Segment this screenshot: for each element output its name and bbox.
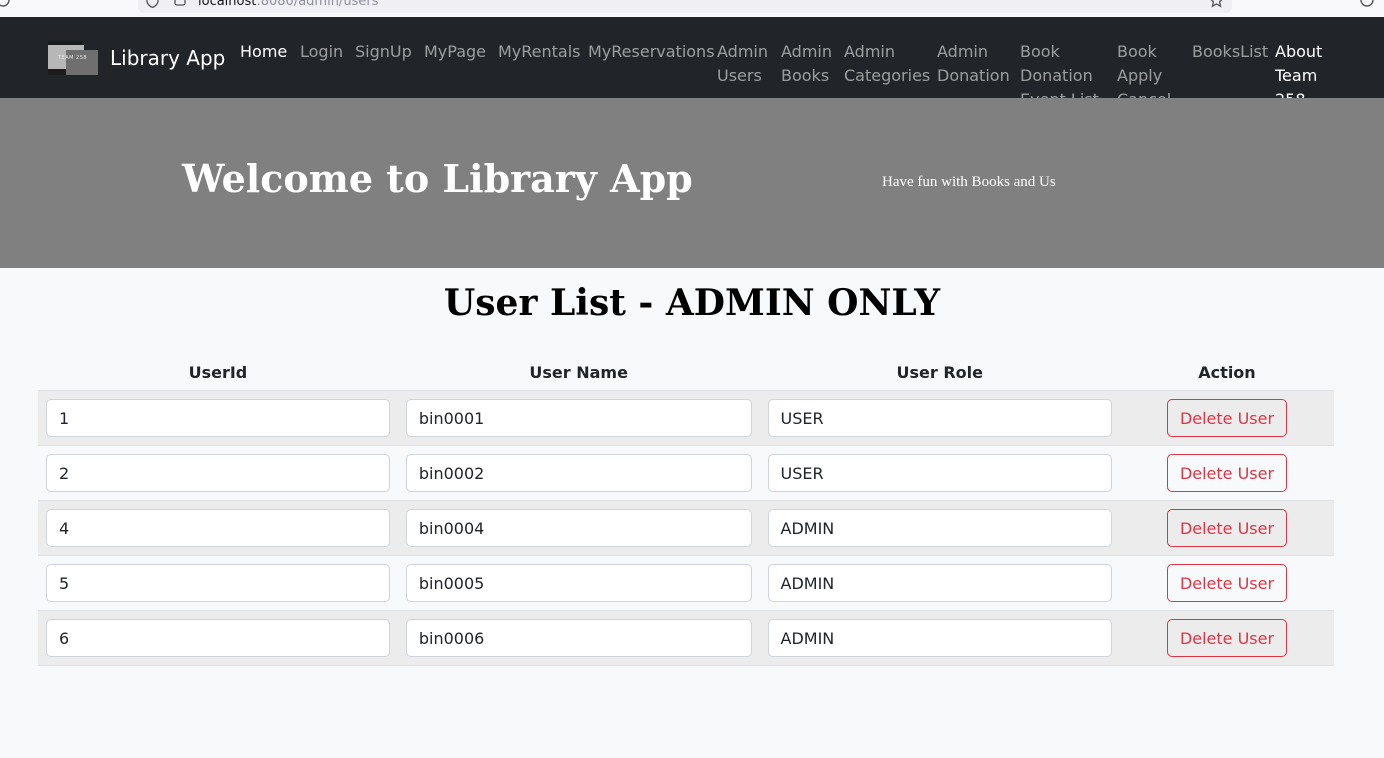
nav-label-line: Apply bbox=[1117, 66, 1163, 85]
user-table: UserId User Name User Role Action 1 bin0… bbox=[38, 354, 1334, 666]
username-field[interactable]: bin0006 bbox=[405, 619, 752, 657]
nav-label: BooksList bbox=[1192, 42, 1269, 61]
nav-label: MyReservations bbox=[588, 42, 715, 61]
nav-label-line: Admin bbox=[717, 42, 768, 61]
nav-label: SignUp bbox=[355, 42, 412, 61]
hero-subtitle: Have fun with Books and Us bbox=[882, 174, 1056, 190]
username-field[interactable]: bin0005 bbox=[405, 564, 752, 602]
brand-name: Library App bbox=[110, 46, 226, 70]
column-header-action: Action bbox=[1120, 354, 1334, 391]
nav-label-line: Categories bbox=[844, 66, 931, 85]
column-header-username: User Name bbox=[397, 354, 760, 391]
nav-admin-books[interactable]: Admin Books bbox=[781, 40, 832, 88]
nav-admin-donation[interactable]: Admin Donation bbox=[937, 40, 1010, 88]
nav-label-line: Users bbox=[717, 66, 762, 85]
shield-icon[interactable] bbox=[146, 0, 159, 8]
url-text[interactable]: localhost:8080/admin/users bbox=[198, 0, 378, 9]
nav-myrentals[interactable]: MyRentals bbox=[498, 40, 581, 64]
nav-label-line: Donation bbox=[1020, 66, 1093, 85]
navbar-brand[interactable]: TEAM 258 Library App bbox=[48, 41, 225, 75]
url-host: localhost bbox=[198, 0, 257, 9]
url-path: :8080/admin/users bbox=[256, 0, 379, 9]
logo-lettering: TEAM 258 bbox=[58, 55, 88, 61]
nav-label-line: Book bbox=[1117, 42, 1157, 61]
table-row: 5 bin0005 ADMIN Delete User bbox=[38, 555, 1334, 611]
nav-label: MyRentals bbox=[498, 42, 581, 61]
back-arrow-icon[interactable] bbox=[0, 0, 10, 7]
nav-myreservations[interactable]: MyReservations bbox=[588, 40, 715, 64]
nav-admin-categories[interactable]: Admin Categories bbox=[844, 40, 930, 88]
username-field[interactable]: bin0002 bbox=[405, 454, 752, 492]
userrole-field[interactable]: ADMIN bbox=[767, 564, 1112, 602]
nav-bookslist[interactable]: BooksList bbox=[1192, 40, 1268, 64]
hero-banner: Welcome to Library App Have fun with Boo… bbox=[0, 98, 1384, 268]
nav-admin-users[interactable]: Admin Users bbox=[717, 40, 768, 88]
page-title: User List - ADMIN ONLY bbox=[443, 282, 941, 324]
delete-user-button[interactable]: Delete User bbox=[1166, 454, 1288, 492]
delete-user-button[interactable]: Delete User bbox=[1166, 564, 1288, 602]
userrole-field[interactable]: ADMIN bbox=[767, 619, 1112, 657]
username-field[interactable]: bin0001 bbox=[405, 399, 752, 437]
nav-home[interactable]: Home bbox=[240, 40, 287, 64]
table-row: 6 bin0006 ADMIN Delete User bbox=[38, 610, 1334, 666]
userid-field[interactable]: 1 bbox=[46, 399, 390, 437]
nav-label-line: Admin bbox=[937, 42, 988, 61]
column-header-userrole: User Role bbox=[759, 354, 1120, 391]
extensions-icon[interactable] bbox=[1360, 0, 1374, 7]
userid-field[interactable]: 2 bbox=[46, 454, 390, 492]
table-row: 4 bin0004 ADMIN Delete User bbox=[38, 500, 1334, 556]
table-header-row: UserId User Name User Role Action bbox=[38, 354, 1334, 391]
column-header-userid: UserId bbox=[38, 354, 398, 391]
table-row: 2 bin0002 USER Delete User bbox=[38, 445, 1334, 501]
delete-user-button[interactable]: Delete User bbox=[1166, 399, 1288, 437]
nav-label: MyPage bbox=[424, 42, 487, 61]
userid-field[interactable]: 5 bbox=[46, 564, 390, 602]
username-field[interactable]: bin0004 bbox=[405, 509, 752, 547]
nav-label: Login bbox=[300, 42, 344, 61]
userid-field[interactable]: 4 bbox=[46, 509, 390, 547]
nav-mypage[interactable]: MyPage bbox=[424, 40, 486, 64]
delete-user-button[interactable]: Delete User bbox=[1166, 509, 1288, 547]
nav-label-line: Admin bbox=[781, 42, 832, 61]
delete-user-button[interactable]: Delete User bbox=[1166, 619, 1288, 657]
nav-label-line: Team bbox=[1275, 66, 1318, 85]
userrole-field[interactable]: ADMIN bbox=[767, 509, 1112, 547]
navbar: TEAM 258 Library App Home Login SignUp M… bbox=[0, 17, 1384, 109]
nav-label-line: Admin bbox=[844, 42, 895, 61]
nav-label: Home bbox=[240, 42, 288, 61]
browser-toolbar: localhost:8080/admin/users bbox=[0, 0, 1384, 17]
nav-login[interactable]: Login bbox=[300, 40, 343, 64]
nav-label-line: Books bbox=[781, 66, 830, 85]
table-row: 1 bin0001 USER Delete User bbox=[38, 390, 1334, 446]
userrole-field[interactable]: USER bbox=[767, 399, 1112, 437]
nav-label-line: Donation bbox=[937, 66, 1010, 85]
nav-label-line: About bbox=[1275, 42, 1323, 61]
userid-field[interactable]: 6 bbox=[46, 619, 390, 657]
nav-signup[interactable]: SignUp bbox=[355, 40, 412, 64]
nav-label-line: Book bbox=[1020, 42, 1060, 61]
page-info-icon[interactable] bbox=[174, 0, 186, 6]
team-logo: TEAM 258 bbox=[48, 41, 98, 75]
hero-title: Welcome to Library App bbox=[182, 156, 693, 201]
userrole-field[interactable]: USER bbox=[767, 454, 1112, 492]
bookmark-star-icon[interactable] bbox=[1209, 0, 1224, 8]
